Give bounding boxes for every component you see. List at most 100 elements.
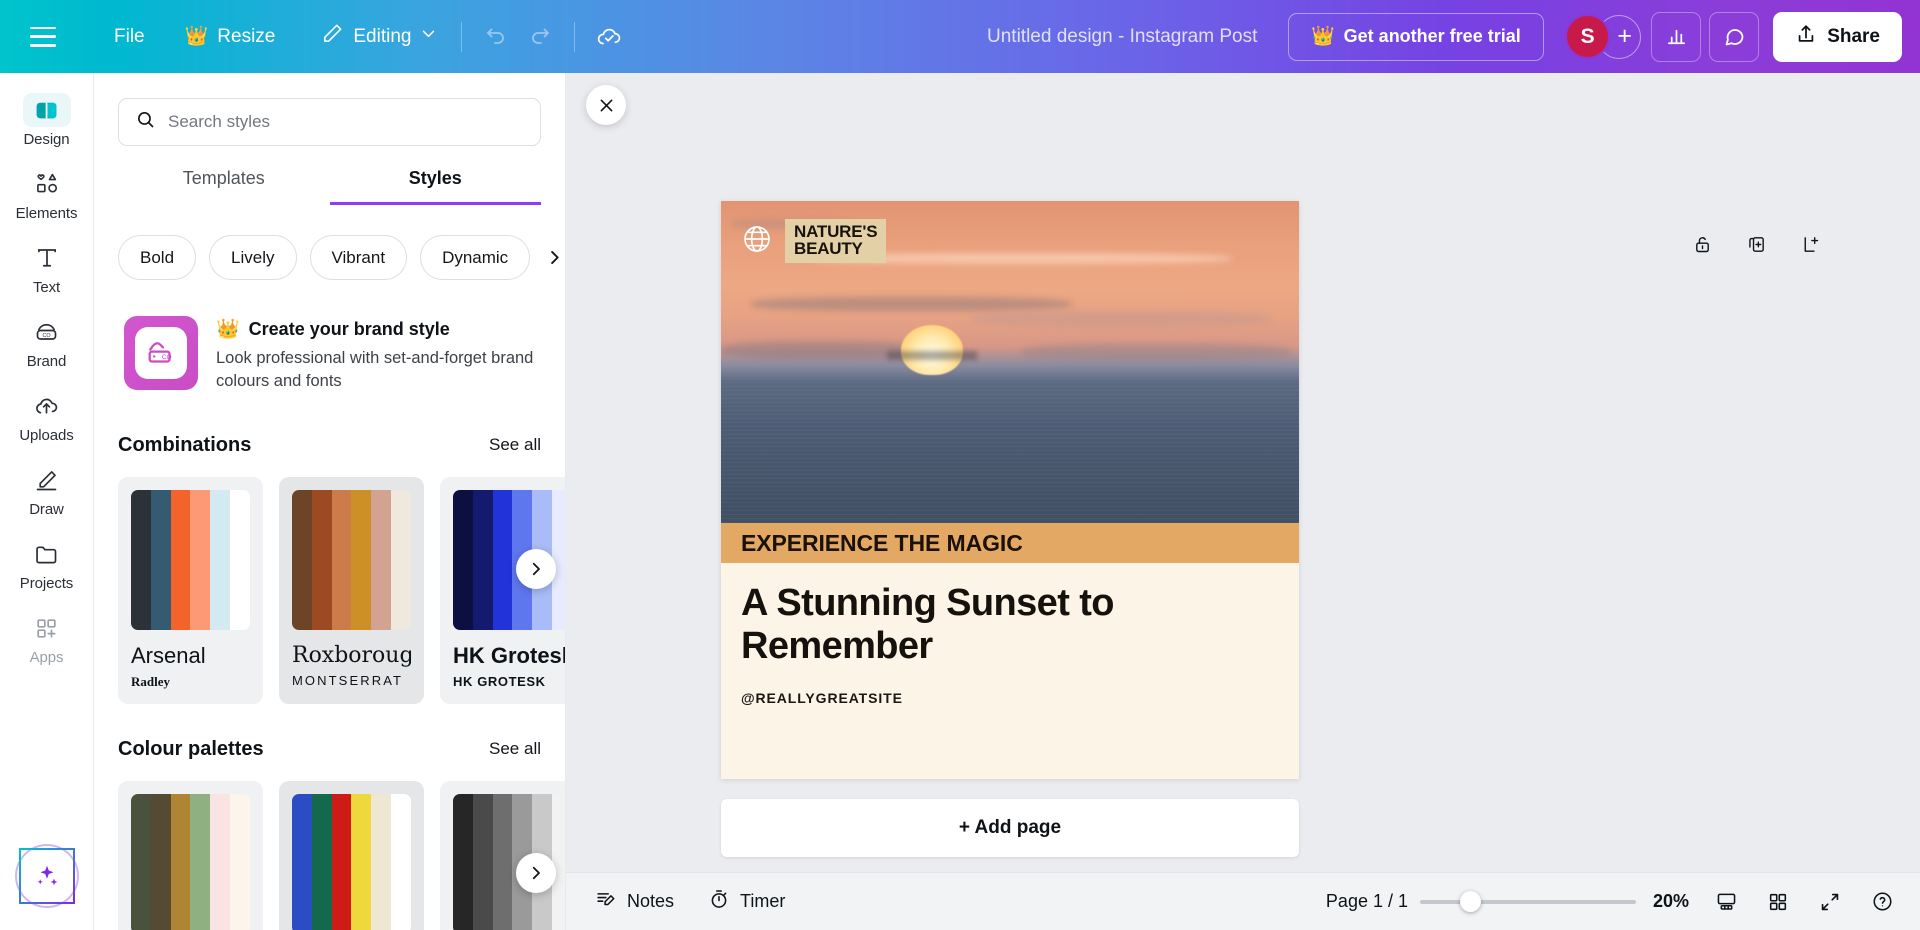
combinations-see-all[interactable]: See all <box>489 435 541 455</box>
resize-button[interactable]: 👑 Resize <box>173 18 288 56</box>
swatch-colour <box>150 793 171 930</box>
swatch-colour <box>391 489 411 630</box>
document-title[interactable]: Untitled design - Instagram Post <box>975 19 1269 55</box>
swatch-colour <box>210 489 231 630</box>
palettes-next-arrow[interactable] <box>516 852 556 893</box>
zoom-knob[interactable] <box>1460 891 1481 912</box>
comment-bubble-icon[interactable] <box>1709 11 1760 62</box>
sidebar-label-elements: Elements <box>15 205 78 222</box>
swatch-colour <box>150 489 171 630</box>
swatch-colour <box>190 793 211 930</box>
notes-button[interactable]: Notes <box>584 881 685 922</box>
design-eyebrow[interactable]: EXPERIENCE THE MAGIC <box>721 523 1299 563</box>
draw-icon <box>23 463 71 497</box>
zoom-slider[interactable] <box>1420 891 1636 912</box>
design-icon <box>22 93 71 127</box>
top-bar-right-cluster: S + Share <box>1563 11 1902 62</box>
design-handle[interactable]: @REALLYGREATSITE <box>741 690 1279 706</box>
sidebar-item-design[interactable]: Design <box>7 85 87 154</box>
palettes-row <box>118 780 565 930</box>
sidebar-item-draw[interactable]: Draw <box>7 455 87 524</box>
elements-icon <box>23 167 71 201</box>
combination-card[interactable]: HK Grotesk HK GROTESK <box>440 476 565 704</box>
tab-styles[interactable]: Styles <box>329 168 541 205</box>
divider <box>461 21 463 52</box>
timer-label: Timer <box>740 891 786 911</box>
combination-card[interactable]: Arsenal Radley <box>118 476 263 704</box>
avatar[interactable]: S <box>1565 14 1611 59</box>
add-page-button[interactable]: + Add page <box>721 799 1299 857</box>
sidebar-item-uploads[interactable]: Uploads <box>7 381 87 450</box>
help-icon[interactable] <box>1862 882 1902 922</box>
zoom-level[interactable]: 20% <box>1648 891 1694 912</box>
swatch-colour <box>230 793 250 930</box>
page-tools <box>1686 228 1826 260</box>
sidebar-item-apps[interactable]: Apps <box>7 603 87 672</box>
combinations-next-arrow[interactable] <box>516 548 556 589</box>
design-headline[interactable]: A Stunning Sunset to Remember <box>741 582 1279 668</box>
editing-mode-button[interactable]: Editing <box>309 14 449 59</box>
add-page-icon[interactable] <box>1794 228 1826 260</box>
search-icon <box>135 109 156 135</box>
crown-icon: 👑 <box>1311 26 1335 47</box>
chip-dynamic[interactable]: Dynamic <box>420 235 531 280</box>
swatch-colour <box>311 793 332 930</box>
duplicate-icon[interactable] <box>1740 228 1772 260</box>
grid-view-icon[interactable] <box>1758 882 1798 922</box>
undo-icon[interactable] <box>474 15 518 59</box>
panel-tabs: Templates Styles <box>118 168 541 205</box>
brand-card-title-row: 👑 Create your brand style <box>216 319 535 340</box>
get-free-trial-button[interactable]: 👑 Get another free trial <box>1288 12 1544 61</box>
chip-lively[interactable]: Lively <box>209 235 297 280</box>
brand-icon: CO <box>23 315 71 349</box>
palette-card[interactable] <box>279 780 424 930</box>
editing-label: Editing <box>353 25 412 47</box>
swatch-colour <box>210 793 231 930</box>
swatch-colour <box>492 489 513 630</box>
file-menu-label: File <box>114 25 145 47</box>
resize-label: Resize <box>217 25 276 47</box>
combinations-header: Combinations See all <box>118 434 541 457</box>
trial-label: Get another free trial <box>1343 26 1521 46</box>
share-button[interactable]: Share <box>1773 11 1902 62</box>
svg-text:CO: CO <box>162 354 172 361</box>
search-bar[interactable] <box>118 98 541 146</box>
timer-button[interactable]: Timer <box>697 881 796 922</box>
chevron-right-icon[interactable] <box>543 235 565 280</box>
redo-icon[interactable] <box>518 15 562 59</box>
combinations-title: Combinations <box>118 433 252 456</box>
search-input[interactable] <box>168 112 524 132</box>
lock-icon[interactable] <box>1686 228 1718 260</box>
sunset-photo[interactable]: NATURE'S BEAUTY <box>721 201 1299 523</box>
fullscreen-icon[interactable] <box>1810 882 1850 922</box>
create-brand-style-card[interactable]: CO 👑 Create your brand style Look profes… <box>118 310 541 400</box>
sidebar-item-projects[interactable]: Projects <box>7 529 87 598</box>
tab-templates[interactable]: Templates <box>118 168 330 205</box>
swatch-colour <box>552 793 565 930</box>
design-page[interactable]: NATURE'S BEAUTY EXPERIENCE THE MAGIC A S… <box>721 201 1299 779</box>
hamburger-icon[interactable] <box>30 26 56 47</box>
sidebar-item-text[interactable]: Text <box>7 233 87 302</box>
combination-font-subname: MONTSERRAT <box>292 672 404 688</box>
notes-label: Notes <box>627 891 675 911</box>
sidebar-item-brand[interactable]: CO Brand <box>7 307 87 376</box>
file-menu-button[interactable]: File <box>102 18 157 56</box>
sidebar-label-projects: Projects <box>19 575 74 592</box>
combination-card[interactable]: RoxboroughC MONTSERRAT <box>279 476 424 704</box>
insights-bar-chart-icon[interactable] <box>1651 11 1702 62</box>
brand-tag: NATURE'S BEAUTY <box>785 219 887 263</box>
swatch-colour <box>230 489 250 630</box>
text-icon <box>23 241 71 275</box>
palette-card[interactable] <box>118 780 263 930</box>
sidebar-item-elements[interactable]: Elements <box>7 159 87 228</box>
bottom-bar: Notes Timer Page 1 / 1 20% <box>566 872 1920 930</box>
swatch-colour <box>292 793 312 930</box>
magic-sparkles-icon[interactable] <box>18 848 75 904</box>
close-icon[interactable] <box>586 85 626 125</box>
chip-vibrant[interactable]: Vibrant <box>309 235 408 280</box>
swatch-colour <box>351 489 372 630</box>
page-view-icon[interactable] <box>1706 882 1746 922</box>
palettes-see-all[interactable]: See all <box>489 739 541 759</box>
cloud-saved-icon[interactable] <box>587 15 631 59</box>
chip-bold[interactable]: Bold <box>118 235 197 280</box>
